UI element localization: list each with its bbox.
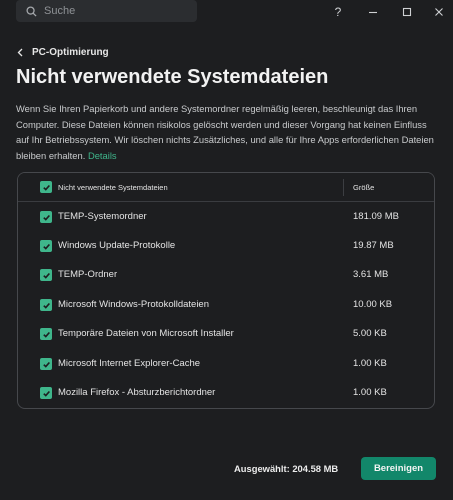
column-header-name: Nicht verwendete Systemdateien: [58, 183, 168, 192]
row-size: 181.09 MB: [353, 211, 399, 222]
row-checkbox[interactable]: [40, 328, 52, 340]
row-checkbox[interactable]: [40, 358, 52, 370]
help-icon[interactable]: ?: [327, 3, 349, 21]
maximize-icon[interactable]: [396, 3, 418, 21]
checkmark-icon: [42, 272, 50, 279]
column-header-size: Größe: [353, 183, 375, 192]
row-size: 1.00 KB: [353, 387, 387, 398]
description-text: Wenn Sie Ihren Papierkorb und andere Sys…: [16, 103, 434, 161]
files-table: Nicht verwendete Systemdateien Größe TEM…: [17, 172, 435, 409]
page-description: Wenn Sie Ihren Papierkorb und andere Sys…: [16, 101, 441, 163]
minimize-icon[interactable]: [362, 3, 384, 21]
table-row: Microsoft Windows-Protokolldateien 10.00…: [18, 291, 434, 320]
row-name: Temporäre Dateien von Microsoft Installe…: [58, 328, 234, 339]
row-checkbox[interactable]: [40, 299, 52, 311]
table-row: Microsoft Internet Explorer-Cache 1.00 K…: [18, 350, 434, 379]
row-name: Mozilla Firefox - Absturzberichtordner: [58, 387, 216, 398]
back-link[interactable]: PC-Optimierung: [17, 47, 109, 58]
close-icon[interactable]: [428, 3, 450, 21]
table-header: Nicht verwendete Systemdateien Größe: [18, 173, 434, 202]
select-all-checkbox[interactable]: [40, 181, 52, 193]
back-label: PC-Optimierung: [32, 47, 109, 58]
row-size: 1.00 KB: [353, 358, 387, 369]
page-title: Nicht verwendete Systemdateien: [16, 66, 329, 88]
help-label: ?: [334, 5, 342, 19]
title-bar: Suche ?: [0, 0, 453, 26]
search-placeholder: Suche: [44, 5, 76, 17]
checkmark-icon: [42, 361, 50, 368]
row-checkbox[interactable]: [40, 269, 52, 281]
row-name: Windows Update-Protokolle: [58, 240, 176, 251]
checkmark-icon: [42, 331, 50, 338]
checkmark-icon: [42, 214, 50, 221]
checkmark-icon: [42, 390, 50, 397]
row-checkbox[interactable]: [40, 387, 52, 399]
row-name: TEMP-Systemordner: [58, 211, 147, 222]
row-name: TEMP-Ordner: [58, 269, 118, 280]
row-name: Microsoft Internet Explorer-Cache: [58, 358, 201, 369]
table-row: TEMP-Ordner 3.61 MB: [18, 261, 434, 290]
selected-size: Ausgewählt: 204.58 MB: [234, 463, 339, 474]
table-row: Windows Update-Protokolle 19.87 MB: [18, 232, 434, 261]
table-row: Mozilla Firefox - Absturzberichtordner 1…: [18, 379, 434, 408]
row-size: 19.87 MB: [353, 240, 394, 251]
checkmark-icon: [42, 302, 50, 309]
checkmark-icon: [42, 184, 50, 191]
table-row: TEMP-Systemordner 181.09 MB: [18, 203, 434, 232]
clean-button[interactable]: Bereinigen: [361, 457, 436, 480]
column-divider: [343, 179, 344, 196]
row-name: Microsoft Windows-Protokolldateien: [58, 299, 210, 310]
row-size: 3.61 MB: [353, 269, 389, 280]
search-icon: [26, 5, 37, 17]
row-checkbox[interactable]: [40, 211, 52, 223]
table-row: Temporäre Dateien von Microsoft Installe…: [18, 320, 434, 349]
row-checkbox[interactable]: [40, 240, 52, 252]
checkmark-icon: [42, 243, 50, 250]
search-input[interactable]: Suche: [16, 0, 197, 22]
row-size: 10.00 KB: [353, 299, 393, 310]
chevron-left-icon: [17, 48, 23, 57]
row-size: 5.00 KB: [353, 328, 387, 339]
details-link[interactable]: Details: [88, 150, 117, 161]
